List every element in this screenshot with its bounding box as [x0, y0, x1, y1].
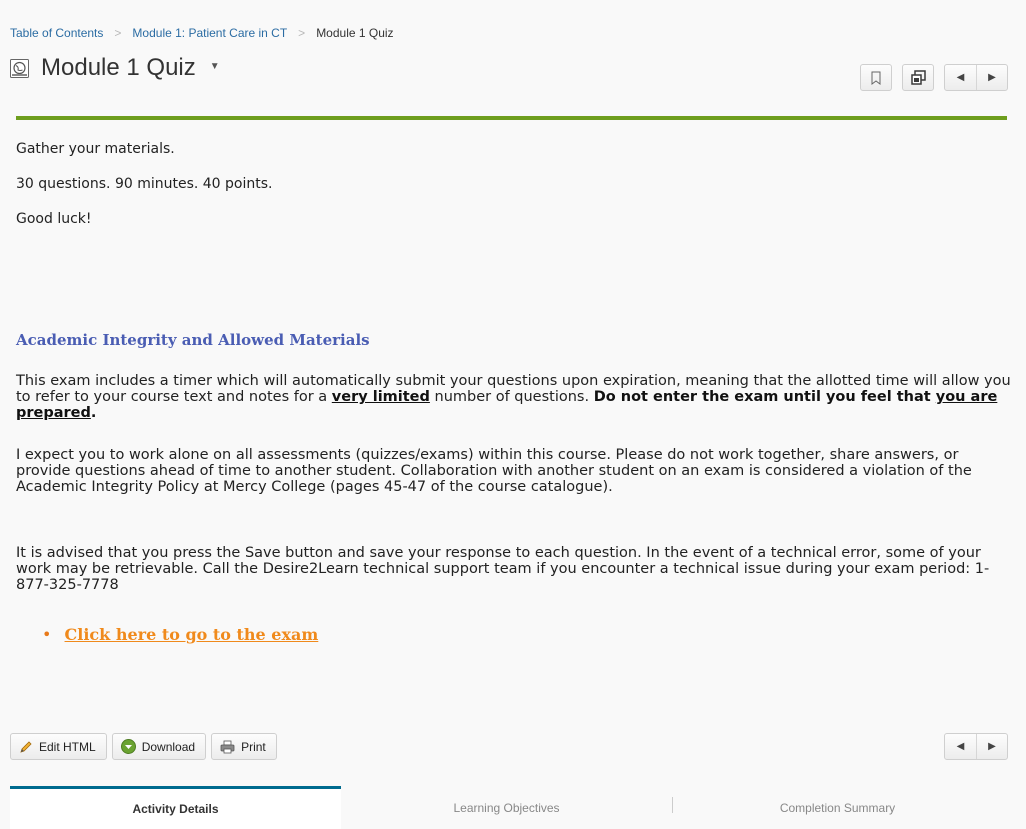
timer-paragraph: This exam includes a timer which will au…: [16, 373, 1016, 421]
previous-icon: ◀: [956, 741, 965, 752]
breadcrumb-table-of-contents[interactable]: Table of Contents: [10, 26, 103, 40]
bookmark-icon: [871, 71, 881, 85]
title-row: Module 1 Quiz ▼: [10, 54, 220, 82]
breadcrumb-separator: >: [298, 26, 306, 40]
intro-line: Good luck!: [16, 211, 92, 227]
section-heading: Academic Integrity and Allowed Materials: [16, 331, 370, 349]
bold-text: Do not enter the exam until you feel tha…: [593, 389, 936, 405]
pencil-icon: [20, 740, 32, 753]
previous-button[interactable]: ◀: [945, 734, 976, 759]
next-icon: ▶: [988, 741, 996, 752]
paragraph-text: number of questions.: [429, 389, 594, 405]
new-window-button[interactable]: [902, 64, 934, 91]
next-button[interactable]: ▶: [976, 734, 1007, 759]
download-button[interactable]: Download: [111, 733, 207, 760]
previous-icon: ◀: [956, 72, 965, 83]
topic-nav: ◀ ▶: [944, 64, 1008, 91]
details-tabs: Activity Details Learning Objectives Com…: [10, 786, 1016, 829]
previous-button[interactable]: ◀: [945, 65, 976, 90]
emphasis-text: very limited: [331, 389, 430, 405]
tab-learning-objectives[interactable]: Learning Objectives: [341, 786, 672, 829]
title-divider: [16, 116, 1007, 120]
topic-content: Gather your materials. 30 questions. 90 …: [16, 141, 1016, 644]
bold-text: .: [90, 405, 97, 421]
next-button[interactable]: ▶: [976, 65, 1007, 90]
intro-line: Gather your materials.: [16, 141, 175, 157]
new-window-icon: [910, 70, 926, 85]
print-label: Print: [241, 739, 266, 754]
download-label: Download: [141, 739, 196, 754]
support-paragraph: It is advised that you press the Save bu…: [16, 545, 990, 593]
edit-html-button[interactable]: Edit HTML: [10, 733, 107, 760]
breadcrumb-current: Module 1 Quiz: [316, 26, 394, 40]
tab-completion-summary[interactable]: Completion Summary: [672, 786, 1003, 829]
list-item: • Click here to go to the exam: [42, 625, 318, 644]
integrity-paragraph: I expect you to work alone on all assess…: [16, 447, 972, 495]
page-title: Module 1 Quiz: [41, 54, 196, 81]
top-toolbar: ◀ ▶: [860, 64, 1008, 91]
print-button[interactable]: Print: [211, 733, 277, 760]
intro-line: 30 questions. 90 minutes. 40 points.: [16, 176, 273, 192]
breadcrumb-separator: >: [114, 26, 122, 40]
globe-page-icon: [10, 58, 29, 78]
bottom-topic-nav: ◀ ▶: [944, 733, 1008, 760]
printer-icon: [220, 740, 235, 753]
tab-activity-details[interactable]: Activity Details: [10, 786, 341, 829]
download-icon: [120, 739, 136, 754]
go-to-exam-link[interactable]: Click here to go to the exam: [65, 625, 319, 644]
breadcrumb-module-1[interactable]: Module 1: Patient Care in CT: [132, 26, 287, 40]
chevron-down-icon[interactable]: ▼: [210, 61, 220, 72]
bullet-icon: •: [42, 625, 52, 644]
bottom-toolbar: Edit HTML Download Print: [10, 733, 277, 760]
edit-html-label: Edit HTML: [39, 739, 96, 754]
breadcrumb: Table of Contents > Module 1: Patient Ca…: [10, 26, 394, 40]
next-icon: ▶: [988, 72, 996, 83]
bookmark-button[interactable]: [860, 64, 892, 91]
